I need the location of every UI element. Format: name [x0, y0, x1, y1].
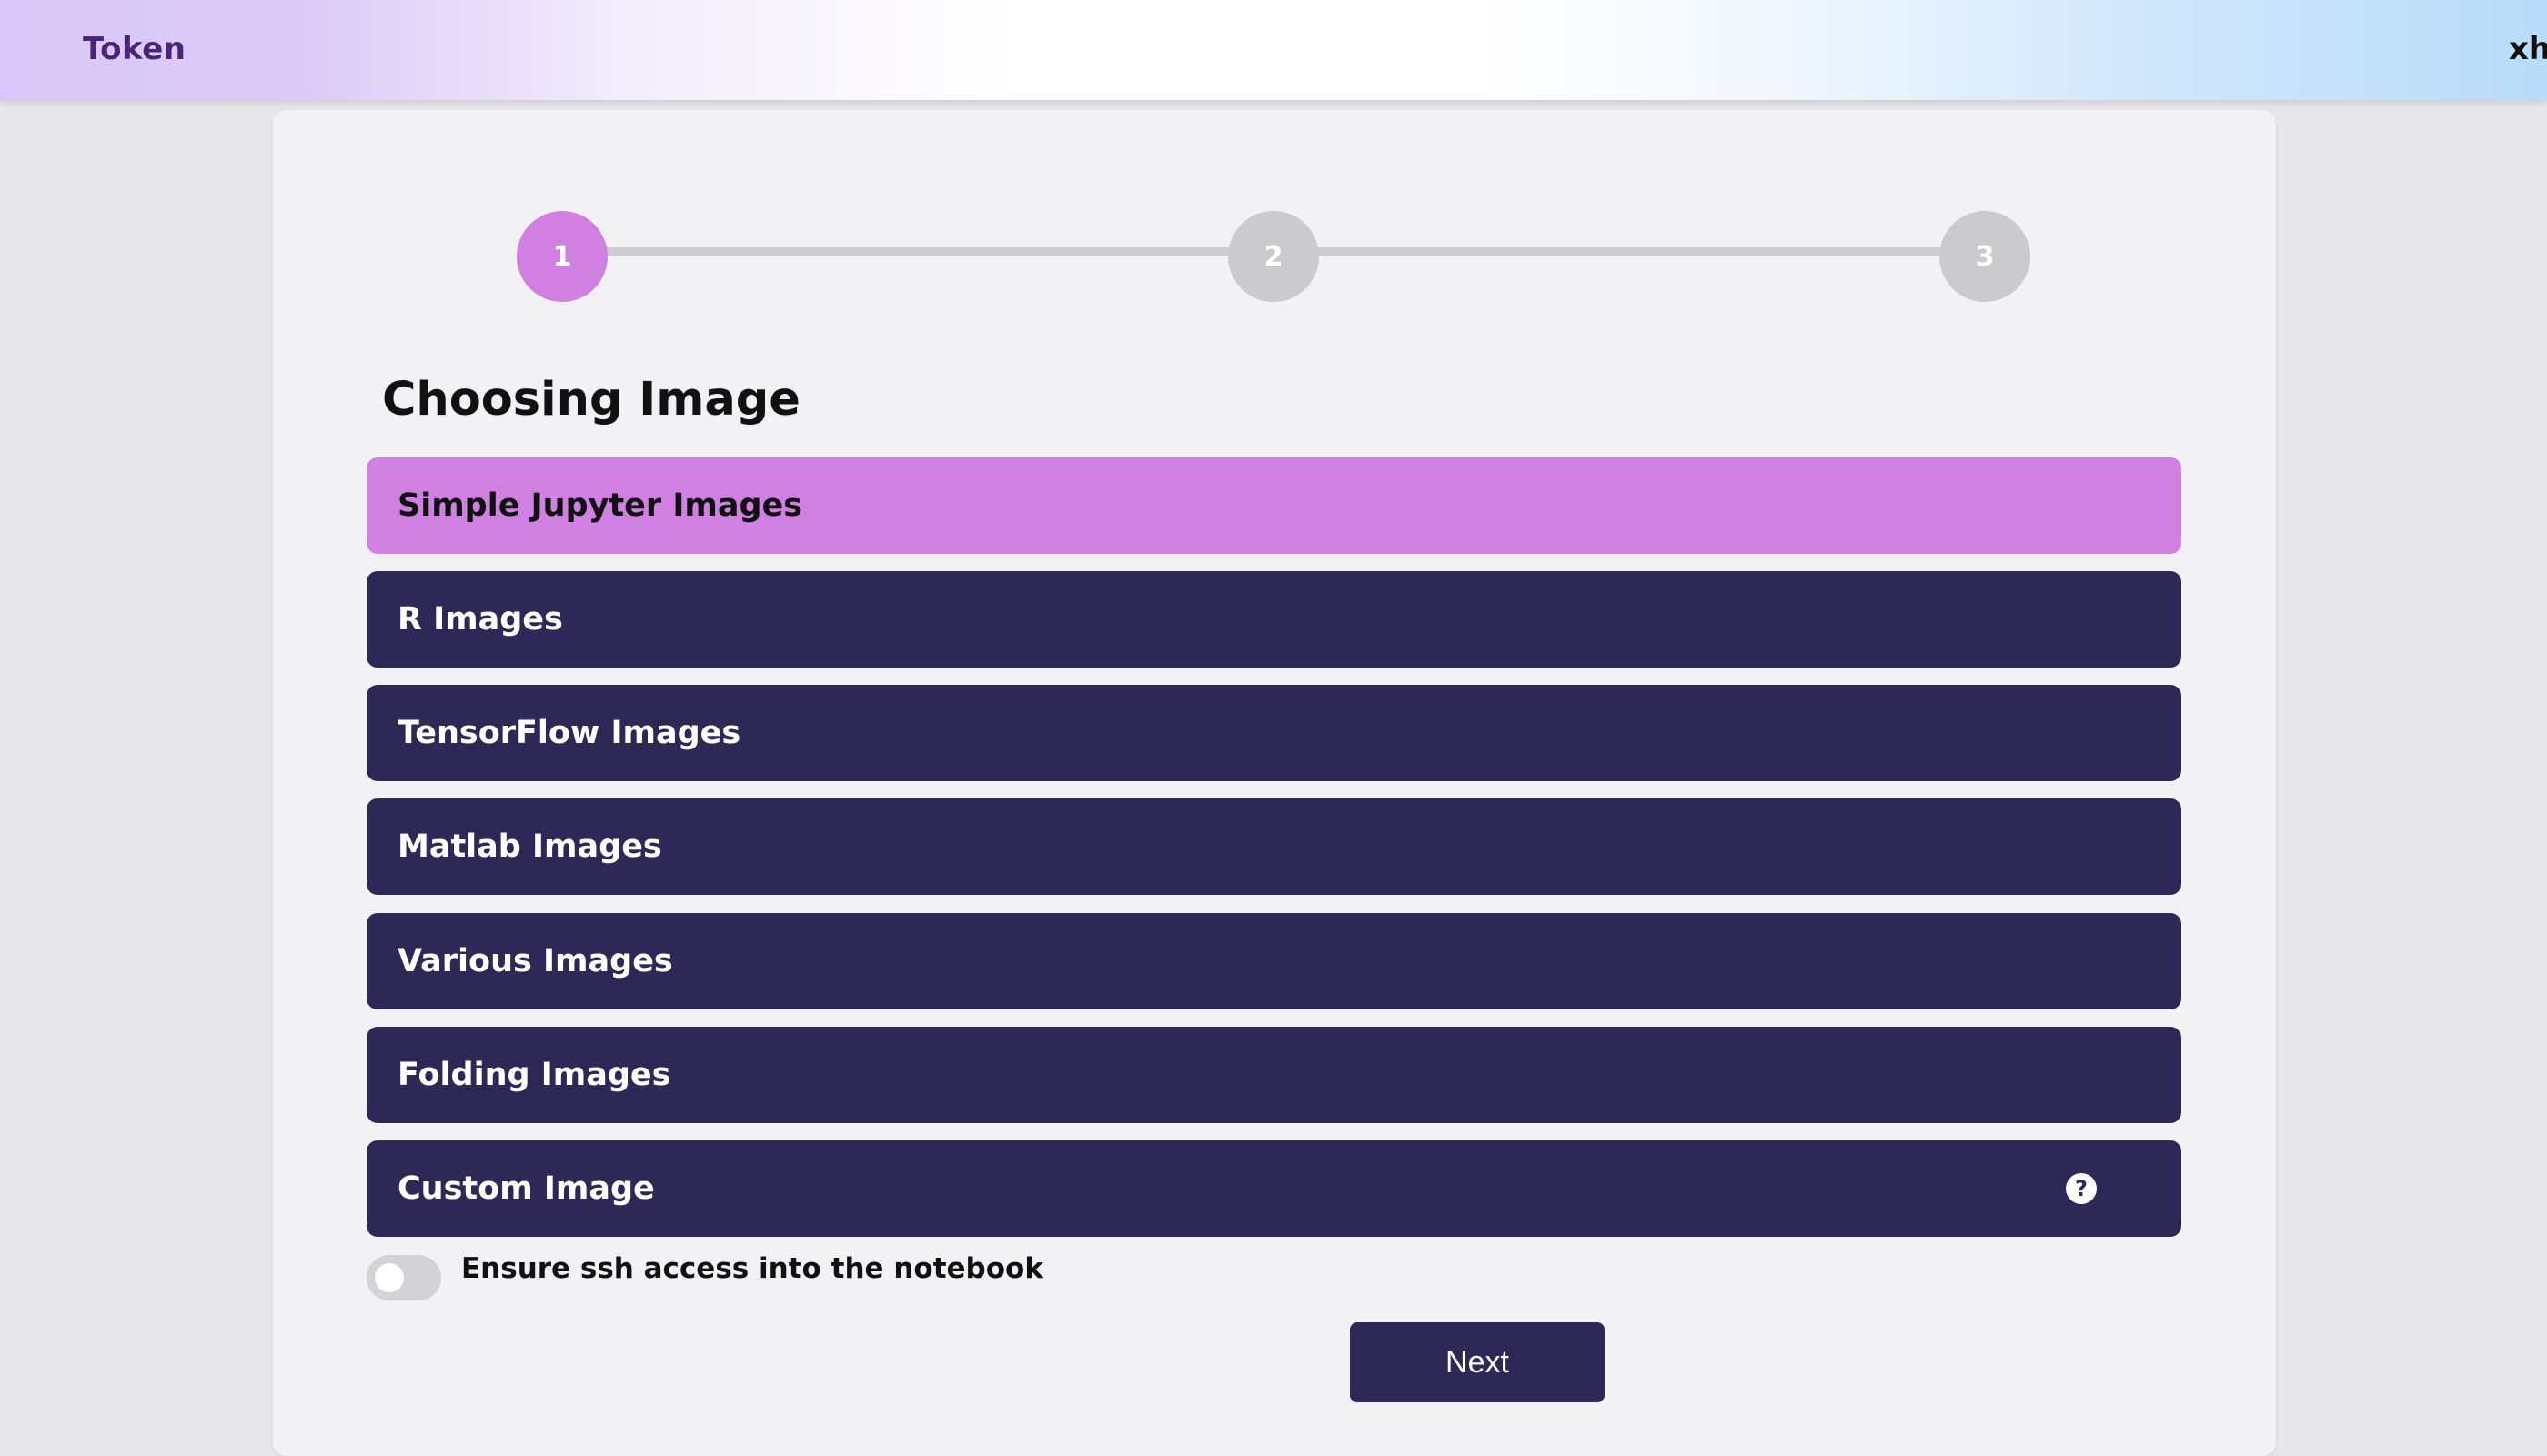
option-label: Folding Images	[398, 1057, 671, 1093]
ssh-access-label: Ensure ssh access into the notebook	[461, 1252, 1043, 1285]
step-3-indicator: 3	[1939, 211, 2030, 302]
step-connector	[562, 247, 1235, 256]
page-title: Choosing Image	[382, 373, 800, 427]
top-bar: Token xh	[0, 0, 2547, 100]
step-1-indicator: 1	[517, 211, 608, 302]
option-custom-image[interactable]: Custom Image ?	[367, 1140, 2181, 1237]
toggle-knob	[375, 1263, 404, 1292]
option-folding-images[interactable]: Folding Images	[367, 1027, 2181, 1123]
step-connector	[1272, 247, 1945, 256]
step-2-indicator: 2	[1228, 211, 1319, 302]
next-button[interactable]: Next	[1350, 1322, 1605, 1402]
ssh-access-toggle[interactable]	[367, 1255, 441, 1300]
option-label: Custom Image	[398, 1170, 655, 1207]
option-label: TensorFlow Images	[398, 715, 741, 751]
option-label: Matlab Images	[398, 828, 662, 865]
option-matlab-images[interactable]: Matlab Images	[367, 798, 2181, 895]
option-label: R Images	[398, 601, 563, 638]
option-simple-jupyter-images[interactable]: Simple Jupyter Images	[367, 457, 2181, 554]
progress-stepper: 1 2 3	[517, 211, 2031, 302]
user-menu[interactable]: xh	[2509, 31, 2547, 67]
option-tensorflow-images[interactable]: TensorFlow Images	[367, 685, 2181, 781]
option-various-images[interactable]: Various Images	[367, 913, 2181, 1009]
option-r-images[interactable]: R Images	[367, 571, 2181, 668]
help-icon[interactable]: ?	[2066, 1173, 2097, 1204]
option-label: Simple Jupyter Images	[398, 487, 803, 524]
brand-logo-text[interactable]: Token	[83, 31, 186, 67]
option-label: Various Images	[398, 943, 673, 979]
